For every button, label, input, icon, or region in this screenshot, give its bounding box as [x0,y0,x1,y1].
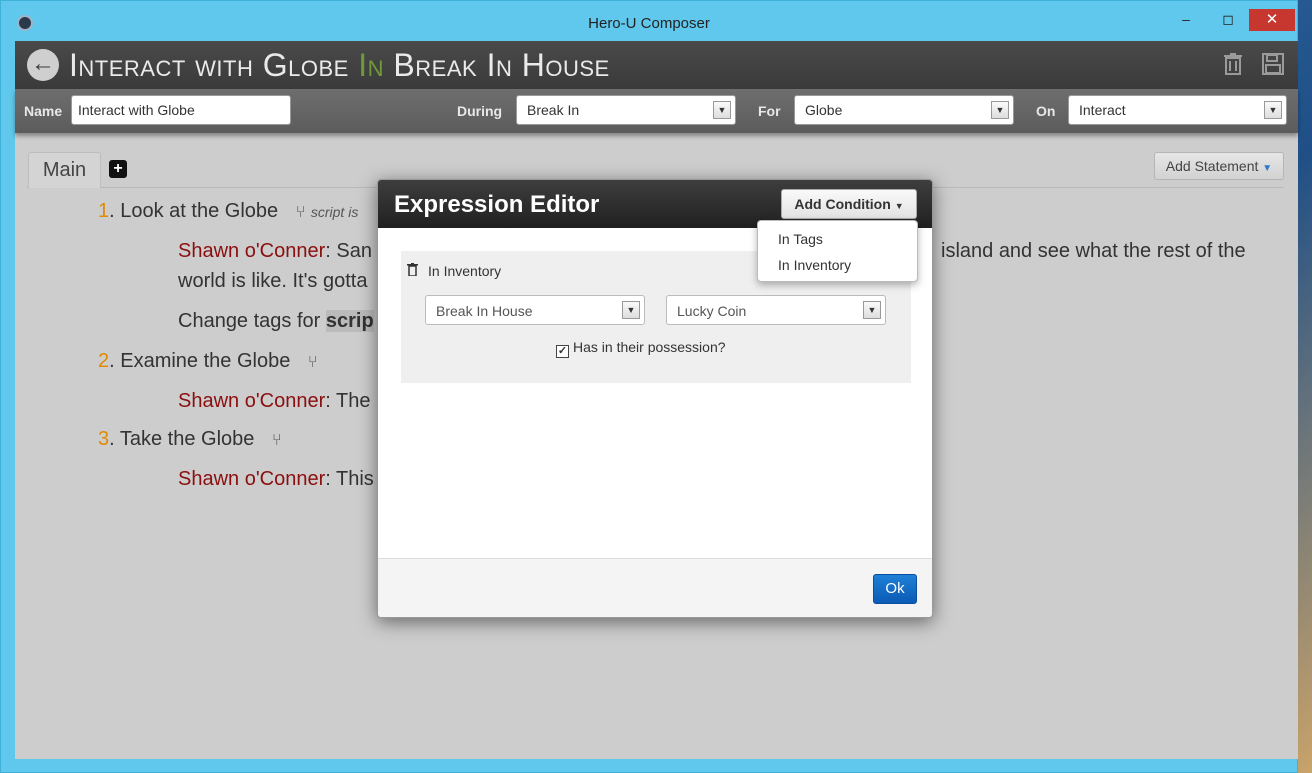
page-title-in: In [358,47,385,83]
add-condition-button[interactable]: Add Condition ▼ [781,189,917,219]
expression-editor-modal: Expression Editor Add Condition ▼ In Tag… [377,179,933,618]
tab-main[interactable]: Main [28,152,101,188]
add-tab-icon[interactable]: + [109,160,127,178]
speaker-name: Shawn o'Conner [178,468,326,490]
close-button[interactable]: ✕ [1249,9,1295,31]
caret-down-icon: ▼ [894,201,904,211]
statement-title: . Examine the Globe [109,350,291,372]
add-statement-label: Add Statement [1165,158,1259,174]
dialogue-text-tail: island and see what the rest of the [941,240,1246,262]
branch-icon[interactable]: ⑂ [296,204,306,221]
add-condition-menu: In Tags In Inventory [757,220,918,282]
item-select[interactable]: Lucky Coin ▼ [666,295,886,325]
statement-2[interactable]: 2. Examine the Globe ⑂ [98,350,318,373]
page-header: ← Interact with Globe In Break In House [15,41,1298,89]
chevron-down-icon: ▼ [991,101,1009,119]
dialogue-text: : The [325,390,371,412]
statement-1[interactable]: 1. Look at the Globe ⑂ script is [98,200,358,223]
chevron-down-icon: ▼ [1264,101,1282,119]
possession-checkbox-row[interactable]: ✓ Has in their possession? [556,339,726,358]
item-value: Lucky Coin [677,303,747,319]
page-title-main: Interact with Globe [69,47,349,83]
menu-item-in-tags[interactable]: In Tags [778,231,823,247]
on-label: On [1036,103,1056,119]
speaker-name: Shawn o'Conner [178,240,326,262]
dialogue-line[interactable]: Shawn o'Conner: San [178,240,372,263]
during-select[interactable]: Break In ▼ [516,95,736,125]
during-value: Break In [527,102,580,118]
for-select[interactable]: Globe ▼ [794,95,1014,125]
statement-number: 2 [98,350,110,372]
during-label: During [457,103,503,119]
statement-title: . Look at the Globe [109,200,279,222]
script-keyword: scrip [325,310,374,332]
dialogue-text-cont: world is like. It's gotta [178,270,368,292]
window-title: Hero-U Composer [588,15,710,32]
window-titlebar[interactable]: Hero-U Composer – ◻ ✕ [1,1,1297,41]
statement-title: . Take the Globe [109,428,255,450]
save-icon[interactable] [1262,53,1284,77]
modal-footer: Ok [378,558,932,617]
add-statement-button[interactable]: Add Statement ▼ [1154,152,1284,180]
location-select[interactable]: Break In House ▼ [425,295,645,325]
statement-number: 3 [98,428,110,450]
menu-item-in-inventory[interactable]: In Inventory [778,257,851,273]
trash-icon[interactable] [1222,53,1244,77]
for-value: Globe [805,102,843,118]
name-input[interactable]: Interact with Globe [71,95,291,125]
modal-title: Expression Editor [394,191,600,218]
dialogue-line[interactable]: Shawn o'Conner: This [178,468,374,491]
page-title: Interact with Globe In Break In House [69,47,610,84]
chevron-down-icon: ▼ [622,301,640,319]
change-tags-line[interactable]: Change tags for scrip [178,310,374,333]
for-label: For [758,103,781,119]
back-arrow-icon[interactable]: ← [27,49,59,81]
page-title-location: Break In House [393,47,610,83]
on-value: Interact [1079,102,1126,118]
dialogue-text: : This [325,468,374,490]
chevron-down-icon: ▼ [713,101,731,119]
trash-icon[interactable] [407,263,418,279]
name-label: Name [24,103,63,119]
dialogue-line[interactable]: Shawn o'Conner: The [178,390,370,413]
location-value: Break In House [436,303,533,319]
condition-label: In Inventory [428,263,502,279]
maximize-button[interactable]: ◻ [1213,9,1243,31]
caret-down-icon: ▼ [1262,163,1273,174]
chevron-down-icon: ▼ [863,301,881,319]
statement-note: script is [310,204,359,220]
statement-form-bar: Name Interact with Globe During Break In… [15,89,1298,133]
add-condition-label: Add Condition [794,196,891,212]
branch-icon[interactable]: ⑂ [272,432,282,449]
change-tags-text: Change tags for [178,310,326,332]
possession-checkbox-label: Has in their possession? [573,339,726,355]
possession-checkbox[interactable]: ✓ [556,345,569,358]
on-select[interactable]: Interact ▼ [1068,95,1287,125]
branch-icon[interactable]: ⑂ [308,354,318,371]
ok-button[interactable]: Ok [873,574,917,604]
statement-number: 1 [98,200,110,222]
minimize-button[interactable]: – [1171,9,1201,31]
statement-3[interactable]: 3. Take the Globe ⑂ [98,428,282,451]
dialogue-text: : San [325,240,372,262]
speaker-name: Shawn o'Conner [178,390,326,412]
